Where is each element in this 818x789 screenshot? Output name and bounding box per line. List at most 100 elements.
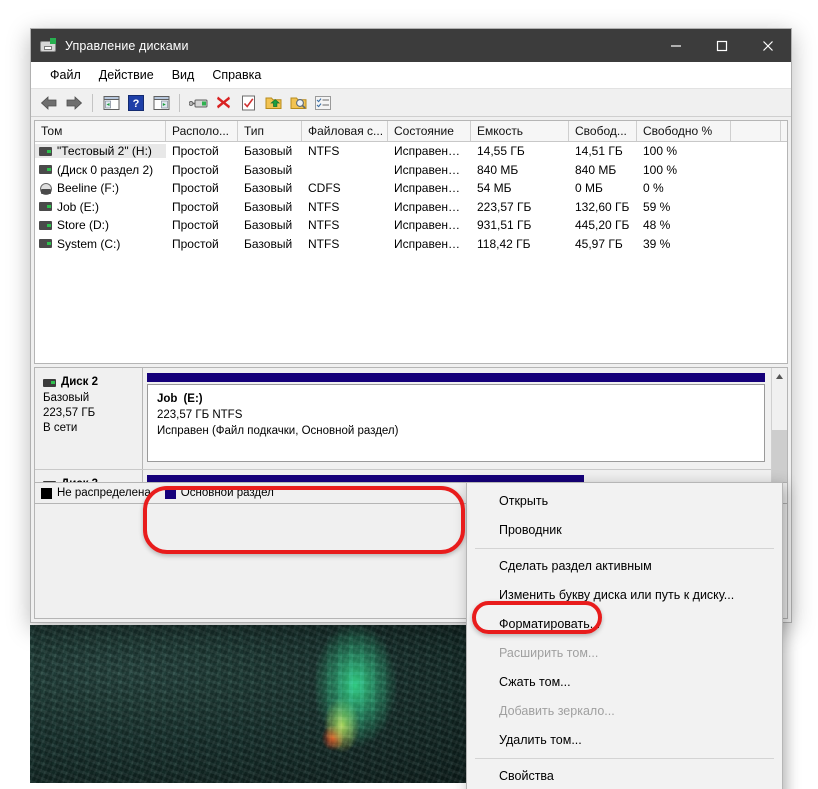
cell-volume-label: Store (D:) [57, 218, 110, 233]
partition-context-menu: Открыть Проводник Сделать раздел активным И… [466, 482, 783, 789]
scrollbar-track[interactable] [772, 384, 787, 482]
context-menu-item-8[interactable]: Удалить том... [467, 726, 782, 755]
close-button[interactable] [745, 29, 791, 62]
back-arrow-icon[interactable] [38, 92, 60, 114]
toolbar-separator [92, 93, 93, 112]
partition-header-bar [147, 373, 765, 382]
table-row[interactable]: Beeline (F:) Простой Базовый CDFS Исправен… 5… [35, 179, 787, 198]
column-header-3[interactable]: Файловая с... [302, 121, 388, 141]
column-header-4[interactable]: Состояние [388, 121, 471, 141]
legend-label: Не распределена [57, 487, 151, 499]
volume-icon [39, 165, 52, 175]
disk-state: В сети [43, 422, 78, 434]
cell-capacity: 223,57 ГБ [477, 199, 532, 214]
cell-free_pct: 100 % [643, 162, 678, 177]
cell-capacity: 54 МБ [477, 181, 512, 196]
cell-volume: "Тестовый 2" (H:) [35, 144, 166, 159]
table-row[interactable]: "Тестовый 2" (H:) Простой Базовый NTFS Испра… [35, 142, 787, 161]
menu-item-help[interactable]: Справка [203, 65, 270, 85]
partition-box[interactable]: Job (E:) 223,57 ГБ NTFS Исправен (Файл подк… [147, 384, 765, 462]
column-header-0[interactable]: Том [35, 121, 166, 141]
maximize-button[interactable] [699, 29, 745, 62]
cell-volume: Beeline (F:) [35, 181, 166, 195]
disk-info-panel[interactable]: Диск 2 Базовый 223,57 ГБ В сети [35, 368, 143, 469]
graphical-view: Диск 2 Базовый 223,57 ГБ В сети Job (E:) 223,5… [34, 367, 788, 483]
connect-drive-icon[interactable] [187, 92, 209, 114]
cell-volume: Store (D:) [35, 218, 166, 232]
cell-capacity: 14,55 ГБ [477, 144, 525, 159]
properties-check-icon[interactable] [237, 92, 259, 114]
disk-icon [43, 480, 56, 482]
wallpaper-image [30, 625, 492, 783]
context-menu-item-3[interactable]: Изменить букву диска или путь к диску... [467, 581, 782, 610]
legend-swatch [164, 487, 176, 499]
context-menu-item-9[interactable]: Свойства [467, 762, 782, 789]
column-header-1[interactable]: Располо... [166, 121, 238, 141]
list-properties-icon[interactable] [312, 92, 334, 114]
cell-type: Базовый [244, 218, 293, 233]
table-row[interactable]: Store (D:) Простой Базовый NTFS Исправен… 931… [35, 216, 787, 235]
cell-type: Базовый [244, 162, 293, 177]
legend-item-1: Основной раздел [164, 487, 274, 499]
scroll-up-arrow-icon[interactable] [772, 368, 787, 384]
column-header-8[interactable] [731, 121, 781, 141]
context-menu-item-7: Добавить зеркало... [499, 704, 615, 718]
menu-item-view[interactable]: Вид [163, 65, 204, 85]
context-menu-item-1[interactable]: Проводник [467, 516, 782, 545]
folder-search-icon[interactable] [287, 92, 309, 114]
partition-header-bar [147, 475, 584, 482]
cell-layout: Простой [172, 236, 219, 251]
column-header-2[interactable]: Тип [238, 121, 302, 141]
cell-free: 840 МБ [575, 162, 617, 177]
toolbar-separator [179, 93, 180, 112]
cell-free_pct: 100 % [643, 144, 678, 159]
folder-up-icon[interactable] [262, 92, 284, 114]
disk-info-panel[interactable]: Диск 3Съемное устройс14,55 ГБВ сети [35, 470, 143, 482]
show-action-pane-icon[interactable] [150, 92, 172, 114]
cell-fs: NTFS [308, 199, 340, 214]
menu-item-file[interactable]: Файл [41, 65, 90, 85]
context-menu-item-4[interactable]: Форматировать... [467, 610, 782, 639]
column-header-5[interactable]: Емкость [471, 121, 569, 141]
cell-status: Исправен… [394, 218, 461, 233]
cell-free: 45,97 ГБ [575, 236, 623, 251]
help-icon[interactable]: ? [125, 92, 147, 114]
cell-volume: (Диск 0 раздел 2) [35, 163, 166, 177]
context-menu-item-0[interactable]: Открыть [467, 487, 782, 516]
cell-layout: Простой [172, 162, 219, 177]
cell-status: Исправен… [394, 236, 461, 251]
graphical-view-scrollbar[interactable] [771, 368, 787, 482]
table-row[interactable]: (Диск 0 раздел 2) Простой Базовый Исправен…… [35, 161, 787, 180]
disk-row-1[interactable]: Диск 3Съемное устройс14,55 ГБВ сети"Тест… [35, 470, 771, 482]
context-menu-item-6[interactable]: Сжать том... [467, 668, 782, 697]
show-hide-console-tree-icon[interactable] [100, 92, 122, 114]
column-header-7[interactable]: Свободно % [637, 121, 731, 141]
context-menu-item-2[interactable]: Сделать раздел активным [467, 552, 782, 581]
cell-status: Исправен… [394, 199, 461, 214]
disk-row-0[interactable]: Диск 2 Базовый 223,57 ГБ В сети Job (E:) 223,5… [35, 368, 771, 470]
partition-status: Исправен (Файл подкачки, Основной раздел… [157, 425, 399, 437]
menu-item-action[interactable]: Действие [90, 65, 163, 85]
cell-volume-label: System (C:) [57, 236, 121, 251]
disk-drive-icon [40, 37, 56, 54]
delete-icon[interactable] [212, 92, 234, 114]
cell-type: Базовый [244, 144, 293, 159]
cell-free_pct: 39 % [643, 236, 671, 251]
cell-status: Исправен… [394, 181, 461, 196]
scrollbar-thumb[interactable] [772, 430, 787, 482]
cell-fs: CDFS [308, 181, 341, 196]
column-header-6[interactable]: Свобод... [569, 121, 637, 141]
cell-volume: Job (E:) [35, 200, 166, 214]
table-row[interactable]: System (C:) Простой Базовый NTFS Исправен… 11… [35, 235, 787, 254]
forward-arrow-icon[interactable] [63, 92, 85, 114]
legend-swatch [41, 487, 52, 499]
cell-free: 445,20 ГБ [575, 218, 630, 233]
minimize-button[interactable] [653, 29, 699, 62]
partition-size-fs: 223,57 ГБ NTFS [157, 409, 243, 421]
title-bar: Управление дисками [31, 29, 791, 62]
partition-name: Job (E:) [157, 393, 203, 405]
partition-letter: (E:) [183, 393, 203, 405]
cell-status: Исправен… [394, 144, 461, 159]
cell-free_pct: 59 % [643, 199, 671, 214]
table-row[interactable]: Job (E:) Простой Базовый NTFS Исправен… 223,5… [35, 198, 787, 217]
